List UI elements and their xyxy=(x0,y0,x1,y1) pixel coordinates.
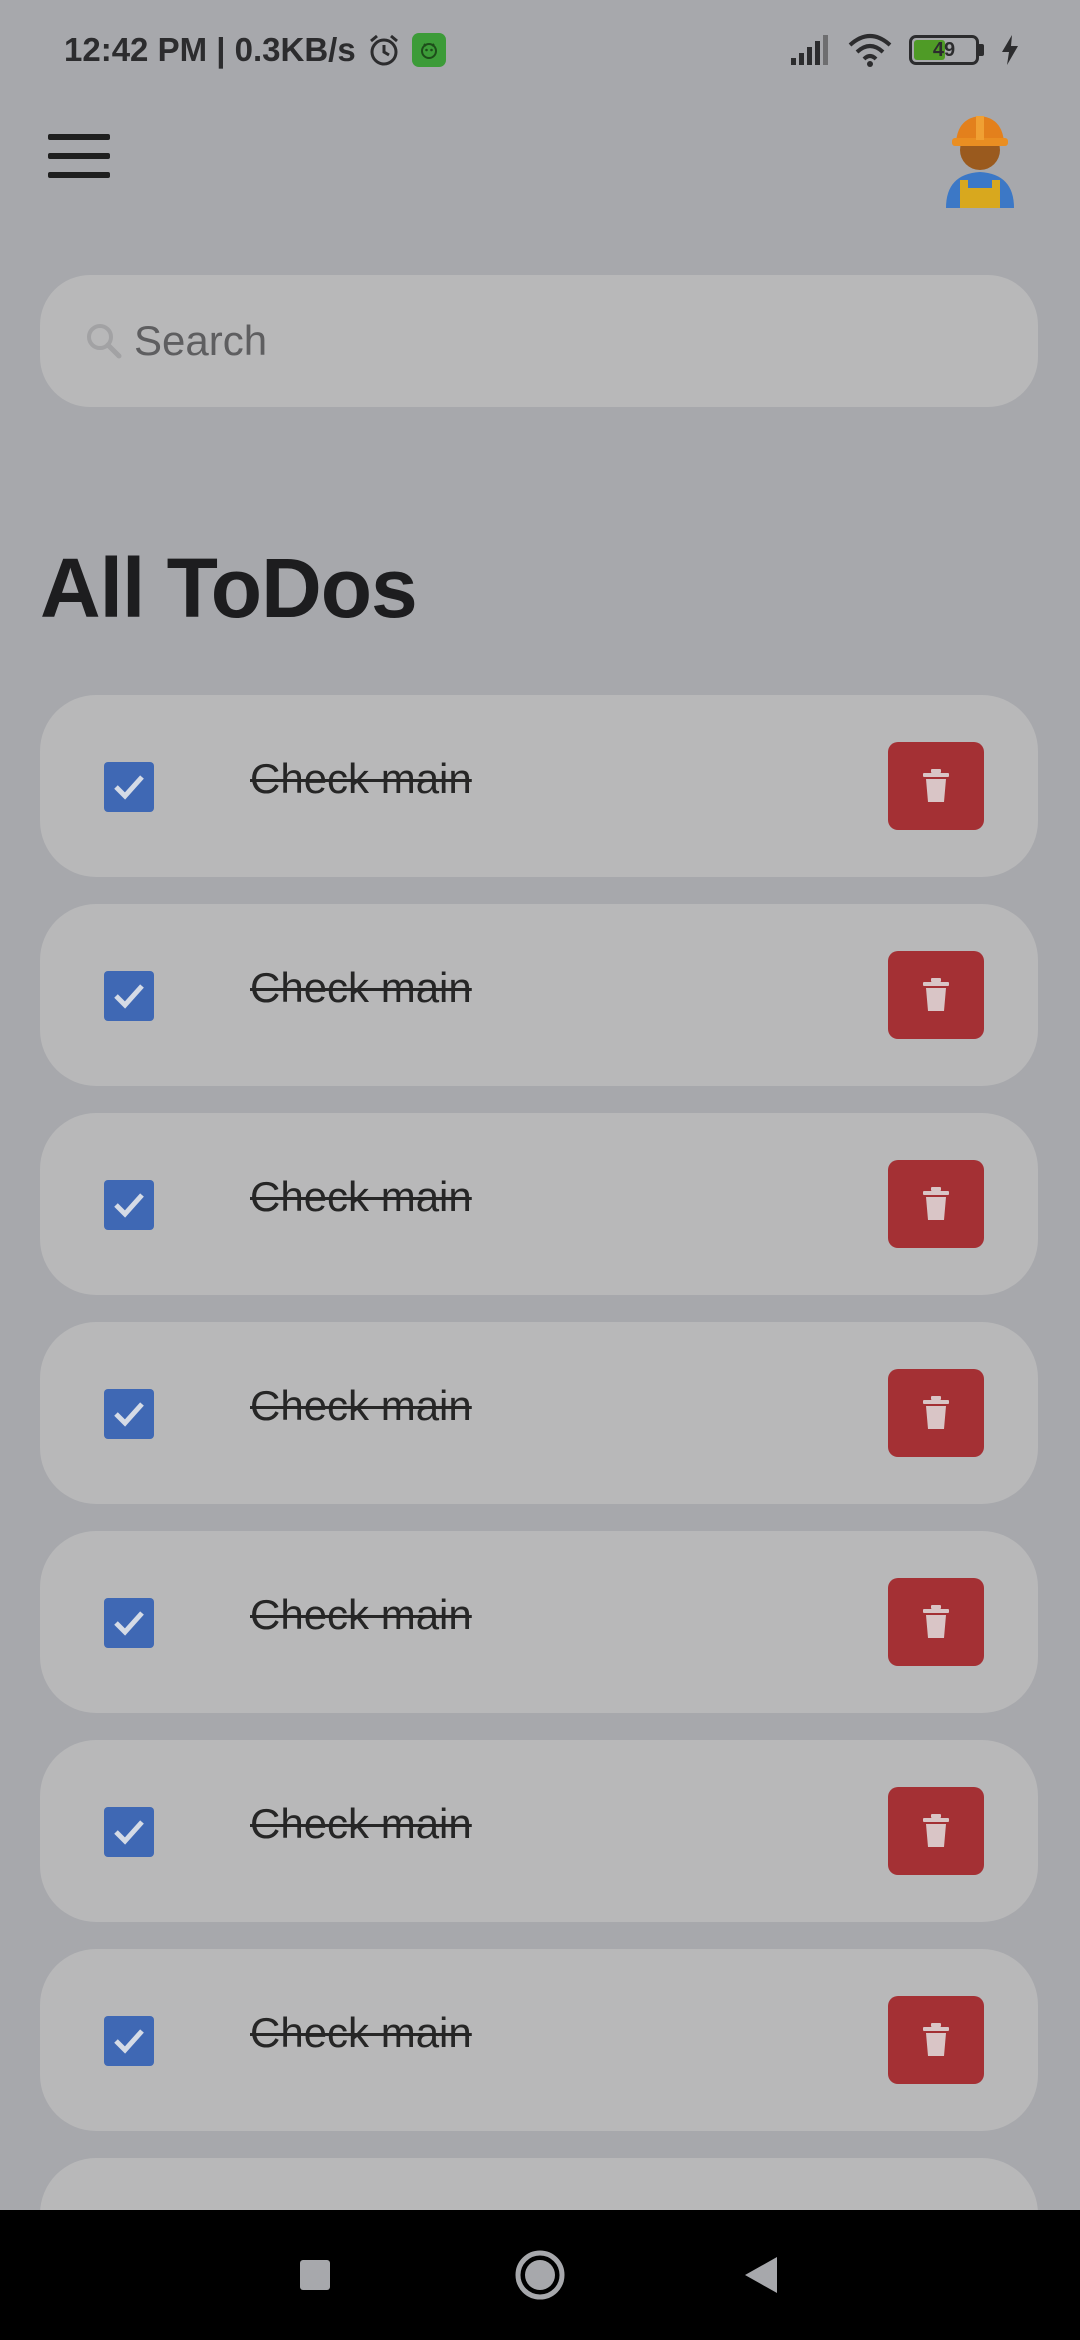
trash-icon xyxy=(923,1396,949,1429)
search-input[interactable] xyxy=(134,317,954,365)
todo-checkbox[interactable] xyxy=(104,1180,154,1230)
trash-icon xyxy=(923,1814,949,1847)
status-time-speed: 12:42 PM | 0.3KB/s xyxy=(64,31,356,68)
todo-text: Check main xyxy=(250,1800,472,1847)
todo-text: Check main xyxy=(250,1591,472,1638)
app-screen: 12:42 PM | 0.3KB/s 49 Search All ToDos C… xyxy=(0,0,1080,2340)
todo-item: Check main xyxy=(40,1322,1038,1504)
system-navigation-bar xyxy=(0,2210,1080,2340)
search-bar[interactable] xyxy=(40,275,1038,407)
battery-tip xyxy=(979,44,984,56)
menu-line xyxy=(48,134,110,140)
delete-button[interactable] xyxy=(888,742,984,830)
delete-button[interactable] xyxy=(888,1369,984,1457)
page-title: All ToDos xyxy=(40,541,418,635)
charging-bolt-icon xyxy=(1000,34,1020,66)
wifi-icon xyxy=(847,33,893,67)
todo-text: Check main xyxy=(250,755,472,802)
checkmark-icon xyxy=(114,1193,144,1218)
delete-button[interactable] xyxy=(888,1787,984,1875)
status-bar: 12:42 PM | 0.3KB/s 49 xyxy=(0,0,1080,100)
status-right: 49 xyxy=(789,33,1020,67)
todo-item: Check main xyxy=(40,1531,1038,1713)
todo-text: Check main xyxy=(250,1382,472,1429)
checkmark-icon xyxy=(114,1402,144,1427)
checkmark-icon xyxy=(114,1820,144,1845)
battery-indicator: 49 xyxy=(909,35,984,65)
todo-list: Check main Check main Check main Check m… xyxy=(40,695,1038,2238)
delete-button[interactable] xyxy=(888,1578,984,1666)
todo-text: Check main xyxy=(250,1173,472,1220)
recents-square-icon[interactable] xyxy=(280,2210,350,2340)
todo-text: Check main xyxy=(250,2009,472,2056)
todo-checkbox[interactable] xyxy=(104,1807,154,1857)
todo-text: Check main xyxy=(250,964,472,1011)
todo-item: Check main xyxy=(40,1949,1038,2131)
delete-button[interactable] xyxy=(888,1996,984,2084)
trash-icon xyxy=(923,769,949,802)
menu-line xyxy=(48,153,110,159)
construction-worker-icon xyxy=(946,116,1014,208)
signal-strength-icon xyxy=(789,34,831,66)
checkmark-icon xyxy=(114,2029,144,2054)
status-left: 12:42 PM | 0.3KB/s xyxy=(64,31,446,69)
trash-icon xyxy=(923,978,949,1011)
delete-button[interactable] xyxy=(888,951,984,1039)
todo-item: Check main xyxy=(40,1113,1038,1295)
todo-checkbox[interactable] xyxy=(104,1389,154,1439)
delete-button[interactable] xyxy=(888,1160,984,1248)
alarm-clock-icon xyxy=(366,32,402,68)
home-circle-icon[interactable] xyxy=(505,2210,575,2340)
checkmark-icon xyxy=(114,775,144,800)
todo-item: Check main xyxy=(40,695,1038,877)
battery-icon: 49 xyxy=(909,35,979,65)
battery-level: 49 xyxy=(932,38,956,61)
trash-icon xyxy=(923,1605,949,1638)
menu-line xyxy=(48,172,110,178)
todo-item: Check main xyxy=(40,904,1038,1086)
trash-icon xyxy=(923,1187,949,1220)
todo-checkbox[interactable] xyxy=(104,971,154,1021)
trash-icon xyxy=(923,2023,949,2056)
todo-checkbox[interactable] xyxy=(104,2016,154,2066)
search-icon xyxy=(84,321,124,361)
hamburger-menu-icon[interactable] xyxy=(48,124,124,188)
checkmark-icon xyxy=(114,1611,144,1636)
todo-checkbox[interactable] xyxy=(104,762,154,812)
notification-app-icon xyxy=(411,33,446,67)
back-triangle-icon[interactable] xyxy=(726,2210,796,2340)
todo-checkbox[interactable] xyxy=(104,1598,154,1648)
checkmark-icon xyxy=(114,984,144,1009)
avatar[interactable] xyxy=(936,108,1024,208)
todo-item: Check main xyxy=(40,1740,1038,1922)
